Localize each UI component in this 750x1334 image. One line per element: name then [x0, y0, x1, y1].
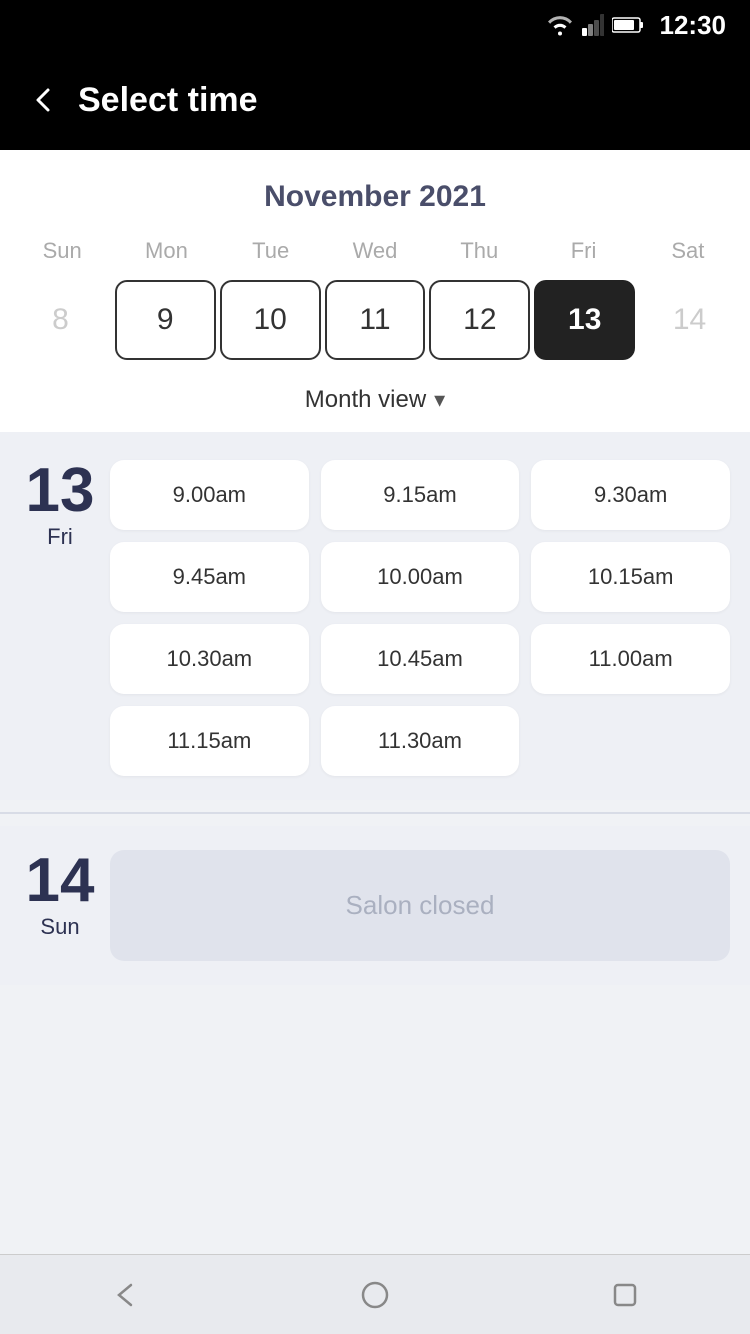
nav-recents-icon	[607, 1277, 643, 1313]
time-slot-1115am[interactable]: 11.15am	[110, 706, 309, 776]
calendar-month: November 2021	[0, 170, 750, 230]
weekday-sun: Sun	[10, 230, 114, 272]
time-slot-915am[interactable]: 9.15am	[321, 460, 520, 530]
time-slot-1045am[interactable]: 10.45am	[321, 624, 520, 694]
status-time: 12:30	[660, 10, 727, 41]
time-slot-1015am[interactable]: 10.15am	[531, 542, 730, 612]
calendar-section: November 2021 Sun Mon Tue Wed Thu Fri Sa…	[0, 150, 750, 432]
month-view-label: Month view	[305, 386, 426, 414]
status-bar: 12:30	[0, 0, 750, 50]
days-row: 8 9 10 11 12 13 14	[0, 272, 750, 376]
weekday-thu: Thu	[427, 230, 531, 272]
time-slot-930am[interactable]: 9.30am	[531, 460, 730, 530]
day-number-14: 14	[26, 850, 95, 912]
weekday-sat: Sat	[636, 230, 740, 272]
signal-icon	[582, 14, 604, 36]
weekday-fri: Fri	[531, 230, 635, 272]
bottom-nav	[0, 1254, 750, 1334]
battery-icon	[612, 16, 644, 34]
day-number-block-13: 13 Fri	[20, 460, 100, 550]
back-button[interactable]	[30, 86, 58, 114]
nav-back-icon	[107, 1277, 143, 1313]
day-10[interactable]: 10	[220, 280, 321, 360]
day-13[interactable]: 13	[534, 280, 635, 360]
day-name-13: Fri	[47, 524, 73, 550]
header: Select time	[0, 50, 750, 150]
time-slot-1130am[interactable]: 11.30am	[321, 706, 520, 776]
day-11[interactable]: 11	[325, 280, 426, 360]
time-slot-1030am[interactable]: 10.30am	[110, 624, 309, 694]
wifi-icon	[546, 14, 574, 36]
day-name-14: Sun	[40, 914, 79, 940]
chevron-down-icon: ▾	[434, 387, 445, 413]
nav-recents-button[interactable]	[607, 1277, 643, 1313]
time-slot-945am[interactable]: 9.45am	[110, 542, 309, 612]
day-12[interactable]: 12	[429, 280, 530, 360]
time-section-13: 13 Fri 9.00am 9.15am 9.30am 9.45am 10.00…	[0, 432, 750, 800]
time-slot-1100am[interactable]: 11.00am	[531, 624, 730, 694]
weekdays-row: Sun Mon Tue Wed Thu Fri Sat	[0, 230, 750, 272]
salon-closed-box: Salon closed	[110, 850, 730, 961]
time-slot-1000am[interactable]: 10.00am	[321, 542, 520, 612]
time-slot-900am[interactable]: 9.00am	[110, 460, 309, 530]
weekday-tue: Tue	[219, 230, 323, 272]
closed-row-14: 14 Sun Salon closed	[20, 850, 730, 961]
day-8[interactable]: 8	[10, 280, 111, 360]
header-title: Select time	[78, 81, 258, 120]
day-row-13: 13 Fri 9.00am 9.15am 9.30am 9.45am 10.00…	[20, 460, 730, 776]
day-number-13: 13	[26, 460, 95, 522]
month-view-toggle[interactable]: Month view ▾	[0, 376, 750, 432]
weekday-wed: Wed	[323, 230, 427, 272]
weekday-mon: Mon	[114, 230, 218, 272]
nav-home-button[interactable]	[357, 1277, 393, 1313]
nav-back-button[interactable]	[107, 1277, 143, 1313]
day-9[interactable]: 9	[115, 280, 216, 360]
closed-section-14: 14 Sun Salon closed	[0, 826, 750, 985]
main-content: November 2021 Sun Mon Tue Wed Thu Fri Sa…	[0, 150, 750, 1075]
day-number-block-14: 14 Sun	[20, 850, 100, 940]
nav-home-icon	[357, 1277, 393, 1313]
time-slots-grid-13: 9.00am 9.15am 9.30am 9.45am 10.00am 10.1…	[110, 460, 730, 776]
day-14[interactable]: 14	[639, 280, 740, 360]
status-icons: 12:30	[546, 10, 727, 41]
section-divider	[0, 812, 750, 814]
